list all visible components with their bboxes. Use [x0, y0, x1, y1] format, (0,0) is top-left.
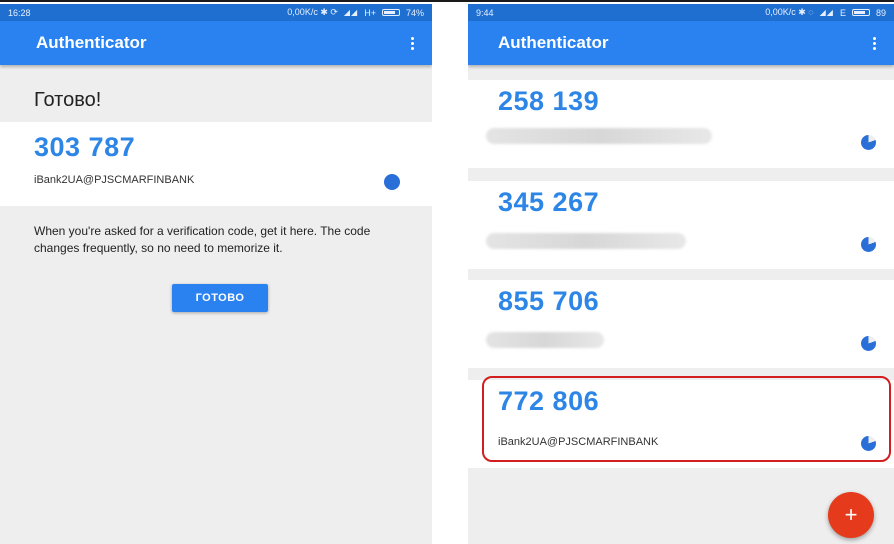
signal-icon: ◢◢: [819, 8, 834, 17]
verification-code: 258 139: [498, 86, 600, 116]
kebab-icon[interactable]: [869, 33, 880, 54]
timer-icon: [384, 174, 400, 190]
verification-code: 303 787: [34, 132, 136, 162]
status-bar: 9:44 0,00K/c ✱ ◌ ◢◢ E 89: [468, 4, 894, 21]
account-name: iBank2UA@PJSCMARFINBANK: [34, 174, 195, 186]
battery-level: 89: [875, 7, 886, 18]
timer-icon: [861, 237, 876, 252]
blurred-account-name: [486, 233, 686, 249]
top-border: [0, 0, 894, 2]
timer-icon: [861, 135, 876, 150]
token-card[interactable]: 345 267: [468, 181, 894, 269]
verification-code: 345 267: [498, 187, 600, 217]
network-type: E: [839, 7, 846, 18]
add-account-button[interactable]: +: [828, 492, 874, 538]
app-bar: Authenticator: [0, 21, 432, 65]
token-card[interactable]: 303 787 iBank2UA@PJSCMARFINBANK: [0, 122, 432, 206]
status-time: 16:28: [8, 7, 31, 18]
app-title: Authenticator: [36, 33, 147, 52]
status-time: 9:44: [476, 7, 494, 18]
battery-icon: [381, 9, 400, 16]
app-title: Authenticator: [498, 33, 609, 52]
token-card[interactable]: 258 139: [468, 80, 894, 168]
battery-icon: [851, 9, 870, 16]
done-heading: Готово!: [34, 89, 102, 111]
left-phone-screen: 16:28 0,00K/c ✱ ⟳ ◢◢ H+ 74% Authenticato…: [0, 4, 432, 544]
blurred-account-name: [486, 128, 712, 144]
verification-code: 855 706: [498, 286, 600, 316]
done-button[interactable]: ГОТОВО: [172, 284, 268, 312]
status-indicators: 0,00K/c ✱ ⟳: [287, 7, 338, 17]
app-bar: Authenticator: [468, 21, 894, 65]
battery-level: 74%: [405, 7, 424, 18]
signal-icon: ◢◢: [343, 8, 359, 17]
status-indicators: 0,00K/c ✱ ◌: [765, 7, 814, 17]
verification-code: 772 806: [498, 386, 600, 416]
network-type: H+: [364, 7, 376, 18]
timer-icon: [861, 336, 876, 351]
blurred-account-name: [486, 332, 604, 348]
help-text: When you're asked for a verification cod…: [34, 224, 371, 255]
timer-icon: [861, 436, 876, 451]
status-bar: 16:28 0,00K/c ✱ ⟳ ◢◢ H+ 74%: [0, 4, 432, 21]
kebab-icon[interactable]: [407, 33, 418, 54]
token-card[interactable]: 772 806 iBank2UA@PJSCMARFINBANK: [468, 380, 894, 468]
token-card[interactable]: 855 706: [468, 280, 894, 368]
right-phone-screen: 9:44 0,00K/c ✱ ◌ ◢◢ E 89 Authenticator 2…: [468, 4, 894, 544]
account-name: iBank2UA@PJSCMARFINBANK: [498, 436, 659, 448]
